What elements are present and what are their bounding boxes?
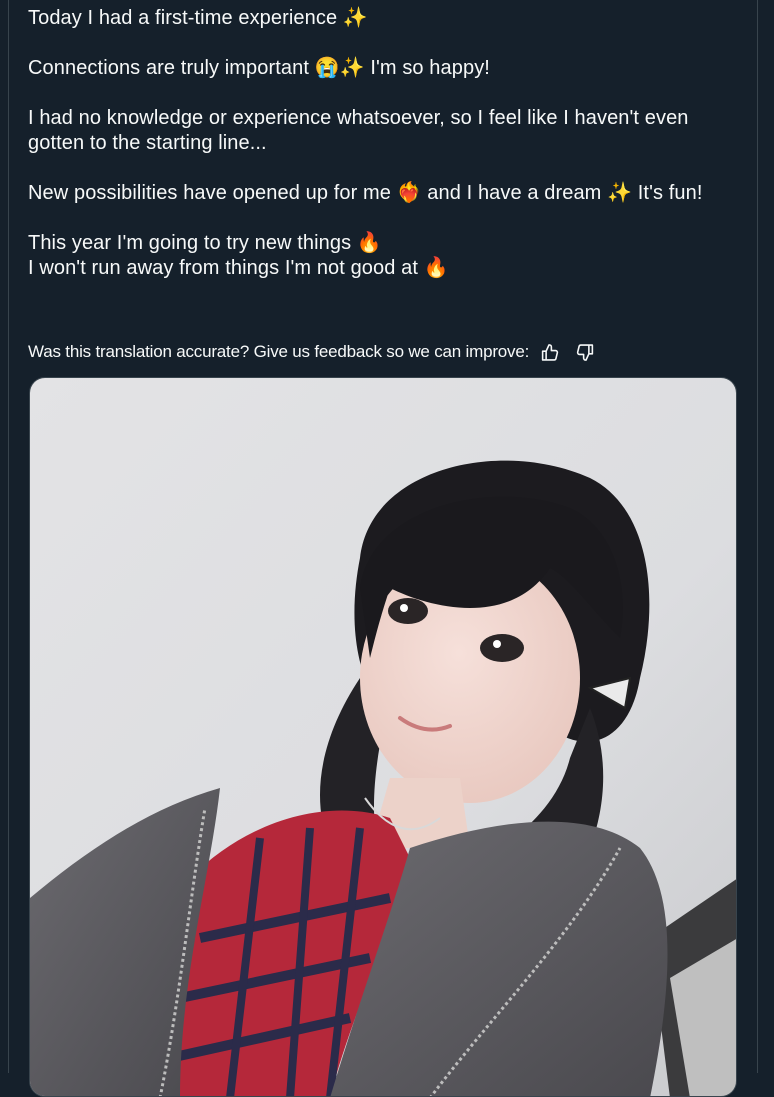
tweet-photo[interactable] [29,377,737,1097]
thumbs-up-icon [541,343,558,361]
tweet-text: Today I had a first-time experience ✨ Co… [28,6,743,281]
thumbs-down-button[interactable] [572,340,596,364]
tweet-line: Today I had a first-time experience ✨ [28,7,368,29]
tweet-paragraph-5: This year I'm going to try new things 🔥 … [28,231,743,281]
tweet-paragraph-2: Connections are truly important 😭✨ I'm s… [28,56,743,81]
translation-feedback-prompt: Was this translation accurate? Give us f… [28,342,530,361]
thumbs-up-button[interactable] [538,340,562,364]
tweet-paragraph-3: I had no knowledge or experience whatsoe… [28,106,743,156]
tweet-line: I had no knowledge or experience whatsoe… [28,107,689,154]
tweet-paragraph-4: New possibilities have opened up for me … [28,181,743,206]
timeline-column: Today I had a first-time experience ✨ Co… [8,0,758,1097]
tweet-line: New possibilities have opened up for me … [28,182,703,204]
selfie-photo [30,378,736,1096]
tweet-line: This year I'm going to try new things 🔥 [28,232,382,254]
translation-feedback: Was this translation accurate? Give us f… [28,338,596,366]
tweet-paragraph-1: Today I had a first-time experience ✨ [28,6,743,31]
thumbs-down-icon [576,343,593,361]
tweet-line: I won't run away from things I'm not goo… [28,257,449,279]
tweet-line: Connections are truly important 😭✨ I'm s… [28,57,490,79]
